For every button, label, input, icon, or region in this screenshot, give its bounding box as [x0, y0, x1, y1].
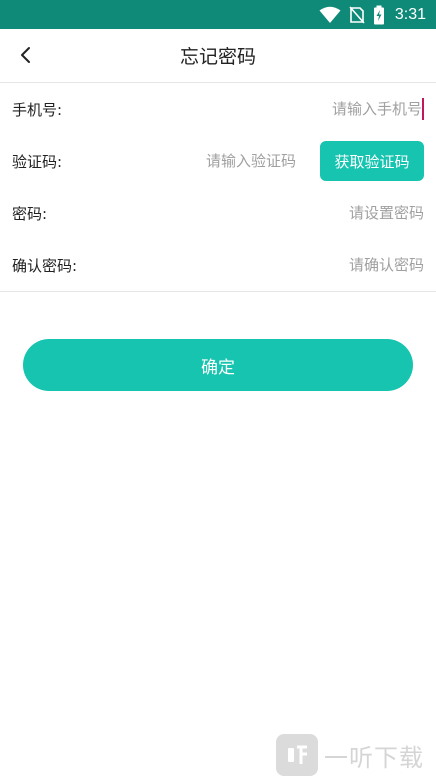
password-input[interactable]	[204, 197, 424, 229]
text-caret	[422, 98, 424, 120]
title-bar: 忘记密码	[0, 29, 436, 83]
confirm-password-input[interactable]	[204, 249, 424, 281]
phone-label: 手机号:	[12, 100, 63, 119]
password-label: 密码:	[12, 204, 48, 223]
phone-row: 手机号:	[0, 83, 436, 136]
battery-charging-icon	[373, 5, 384, 24]
page-title: 忘记密码	[179, 46, 256, 68]
listen-logo-icon	[276, 734, 318, 776]
phone-input[interactable]	[202, 93, 422, 125]
password-row: 密码:	[0, 187, 436, 240]
no-sim-icon	[349, 5, 365, 24]
confirm-button[interactable]: 确定	[23, 339, 413, 391]
back-button[interactable]	[10, 39, 42, 71]
chevron-left-icon	[21, 47, 30, 63]
confirm-password-label: 确认密码:	[12, 256, 78, 275]
status-time: 3:31	[394, 5, 426, 23]
code-input[interactable]	[116, 145, 296, 177]
confirm-password-row: 确认密码:	[0, 239, 436, 292]
code-row: 验证码: 获取验证码	[0, 135, 436, 188]
code-label: 验证码:	[12, 152, 63, 171]
get-code-button[interactable]: 获取验证码	[320, 141, 424, 181]
status-bar: 3:31	[0, 0, 436, 29]
watermark-text: 一听下载	[324, 743, 424, 772]
status-icons: 3:31	[319, 0, 426, 29]
wifi-icon	[319, 6, 341, 23]
watermark: 一听下载	[276, 733, 436, 777]
